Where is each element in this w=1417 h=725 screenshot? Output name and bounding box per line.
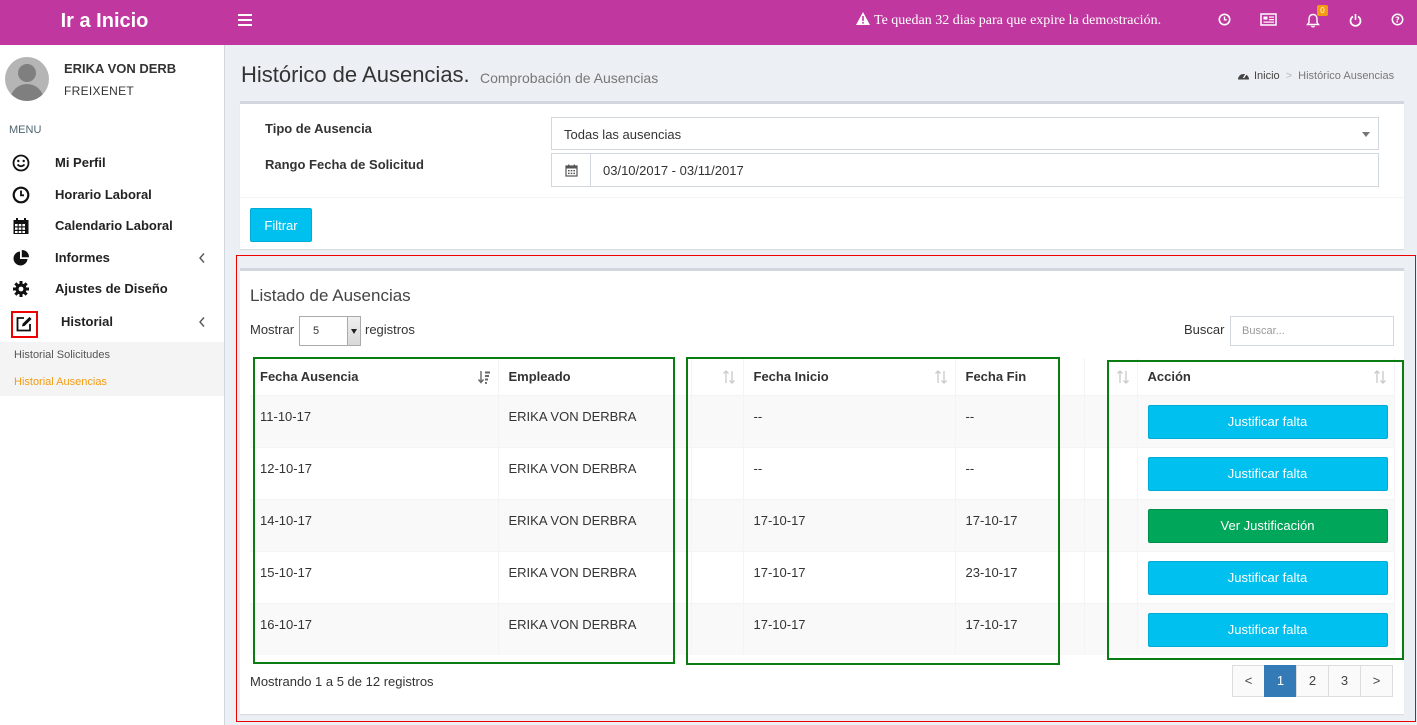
power-icon[interactable]: [1349, 13, 1365, 29]
listing-title: Listado de Ausencias: [250, 286, 411, 305]
sidebar-item-ajustes-diseno[interactable]: Ajustes de Diseño: [0, 274, 224, 304]
brand-home-link[interactable]: Ir a Inicio: [0, 0, 225, 45]
clock-icon[interactable]: [1218, 13, 1234, 29]
page-length-value: 5: [313, 325, 320, 337]
search-input[interactable]: [1230, 316, 1394, 346]
pagination-page-2[interactable]: 2: [1296, 665, 1329, 697]
breadcrumb: Inicio > Histórico Ausencias: [1237, 70, 1394, 82]
sidebar-item-label: Informes: [55, 250, 110, 265]
absence-type-value: Todas las ausencias: [564, 127, 682, 142]
sidebar-item-label: Calendario Laboral: [55, 218, 173, 233]
avatar: [5, 57, 49, 101]
filter-divider: [240, 197, 1404, 198]
page-title: Histórico de Ausencias.: [241, 62, 470, 87]
page-length-select[interactable]: 5: [299, 316, 361, 346]
table-info: Mostrando 1 a 5 de 12 registros: [250, 674, 434, 689]
warning-icon: [856, 12, 870, 30]
sidebar-item-mi-perfil[interactable]: Mi Perfil: [0, 148, 224, 178]
calendar-icon: [552, 154, 591, 186]
historial-highlight-box: [11, 311, 38, 338]
pagination-next[interactable]: >: [1360, 665, 1393, 697]
breadcrumb-current: Histórico Ausencias: [1298, 70, 1395, 82]
menu-header: MENU: [9, 124, 42, 136]
historial-submenu: Historial Solicitudes Historial Ausencia…: [0, 342, 224, 396]
top-navbar: Ir a Inicio Te quedan 32 dias para que e…: [0, 0, 1417, 45]
user-name: ERIKA VON DERB: [64, 61, 177, 76]
chevron-left-icon: [198, 316, 206, 328]
svg-text:?: ?: [1395, 16, 1400, 25]
sidebar-item-label: Mi Perfil: [55, 155, 106, 170]
pagination-prev[interactable]: <: [1232, 665, 1265, 697]
sidebar-item-label: Horario Laboral: [55, 187, 152, 202]
pie-chart-icon: [12, 249, 30, 267]
chevron-left-icon: [198, 252, 206, 264]
newspaper-icon[interactable]: [1260, 13, 1277, 29]
clock-icon: [12, 186, 30, 204]
dashboard-icon: [1237, 70, 1254, 82]
submenu-item-historial-ausencias[interactable]: Historial Ausencias: [14, 376, 107, 388]
page-subtitle: Comprobación de Ausencias: [480, 70, 659, 86]
breadcrumb-home-link[interactable]: Inicio: [1254, 70, 1280, 82]
sidebar: ERIKA VON DERB FREIXENET MENU Mi Perfil …: [0, 45, 225, 725]
select-arrow-icon: [347, 317, 360, 345]
absence-type-label: Tipo de Ausencia: [265, 121, 372, 136]
annotation-box-date-columns: [686, 357, 1060, 665]
date-range-label: Rango Fecha de Solicitud: [265, 157, 424, 172]
page-length-label: Mostrar: [250, 322, 295, 337]
pagination-page-3[interactable]: 3: [1328, 665, 1361, 697]
smile-icon: [12, 154, 30, 172]
gear-icon: [12, 280, 30, 298]
menu-toggle-icon[interactable]: [238, 14, 252, 27]
sidebar-item-calendario-laboral[interactable]: Calendario Laboral: [0, 211, 224, 241]
breadcrumb-separator: >: [1285, 70, 1293, 82]
pagination-page-1[interactable]: 1: [1264, 665, 1297, 697]
sidebar-item-horario-laboral[interactable]: Horario Laboral: [0, 180, 224, 210]
sidebar-item-label: Historial: [61, 314, 114, 329]
trial-notice-text: Te quedan 32 dias para que expire la dem…: [874, 13, 1162, 28]
notification-badge: 0: [1317, 5, 1328, 16]
date-range-value: 03/10/2017 - 03/11/2017: [603, 163, 744, 178]
pagination: < 1 2 3 >: [1232, 665, 1393, 697]
help-icon[interactable]: ?: [1391, 13, 1407, 29]
search-label: Buscar: [1184, 322, 1225, 337]
absence-type-select[interactable]: Todas las ausencias: [551, 117, 1379, 150]
annotation-box-action-column: [1107, 360, 1404, 660]
submenu-item-historial-solicitudes[interactable]: Historial Solicitudes: [14, 349, 110, 361]
date-range-input[interactable]: 03/10/2017 - 03/11/2017: [551, 153, 1379, 187]
user-company: FREIXENET: [64, 84, 135, 98]
sidebar-item-informes[interactable]: Informes: [0, 243, 224, 273]
filter-button[interactable]: Filtrar: [250, 208, 312, 242]
annotation-box-employee-columns: [253, 357, 675, 664]
trial-notice: Te quedan 32 dias para que expire la dem…: [856, 12, 1161, 30]
page-length-suffix: registros: [365, 322, 415, 337]
filter-box: Tipo de Ausencia Todas las ausencias Ran…: [240, 101, 1404, 249]
calendar-icon: [12, 217, 30, 235]
sidebar-item-label: Ajustes de Diseño: [55, 281, 168, 296]
caret-down-icon: [1362, 132, 1370, 137]
